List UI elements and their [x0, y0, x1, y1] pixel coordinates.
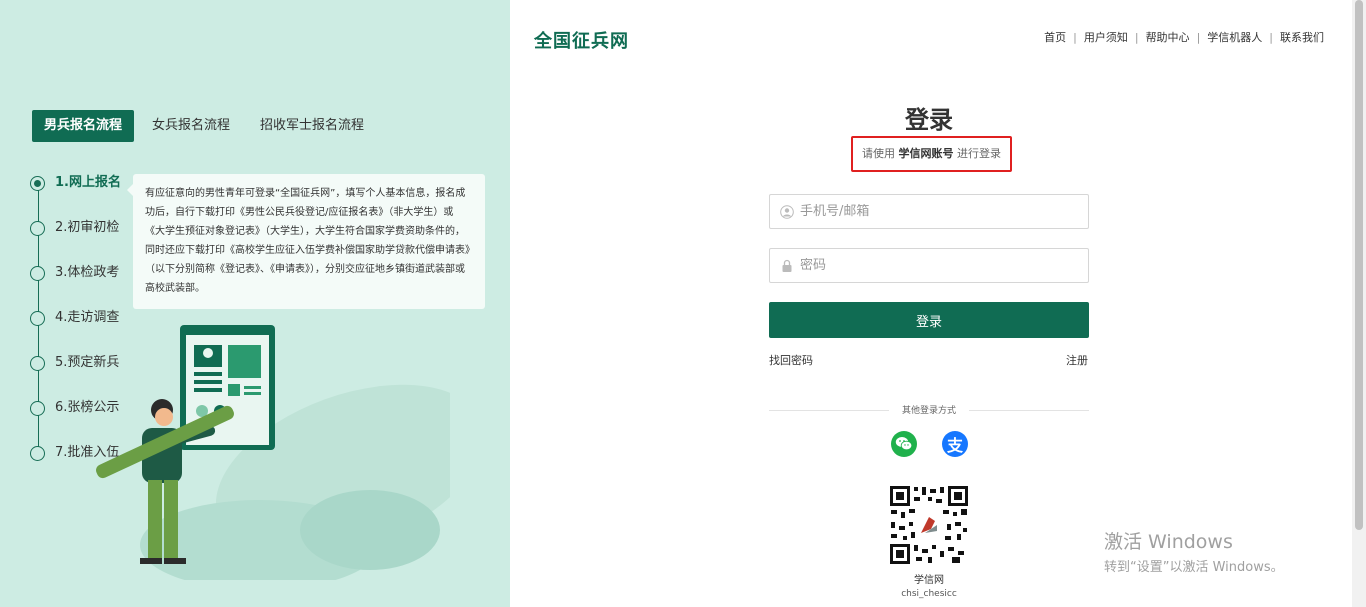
watermark-line-2: 转到“设置”以激活 Windows。 — [1104, 560, 1284, 575]
step-description-box: 有应征意向的男性青年可登录“全国征兵网”，填写个人基本信息，报名成功后，自行下载… — [127, 174, 485, 309]
nav-separator: | — [1073, 30, 1077, 44]
user-icon — [780, 204, 794, 219]
step-initial-check[interactable]: 2.初审初检 — [30, 216, 130, 261]
site-logo[interactable]: 全国征兵网 — [534, 27, 629, 53]
registration-illustration — [96, 325, 450, 580]
nav-separator: | — [1196, 30, 1201, 44]
password-field[interactable] — [769, 248, 1089, 283]
step-physical-exam[interactable]: 3.体检政考 — [30, 261, 130, 306]
tab-female-process[interactable]: 女兵报名流程 — [140, 110, 242, 142]
qr-label: 学信网 — [914, 575, 944, 586]
wechat-login-button[interactable] — [891, 431, 917, 457]
step-label: 1.网上报名 — [55, 175, 121, 190]
top-nav: 首页 | 用户须知 | 帮助中心 | 学信机器人 | 联系我们 — [1044, 29, 1324, 45]
username-input[interactable] — [800, 204, 1080, 219]
nav-contact[interactable]: 联系我们 — [1280, 29, 1324, 45]
nav-help-center[interactable]: 帮助中心 — [1146, 29, 1190, 45]
tab-sergeant-process[interactable]: 招收军士报名流程 — [248, 110, 376, 142]
nav-user-notice[interactable]: 用户须知 — [1084, 29, 1128, 45]
nav-separator: | — [1269, 30, 1273, 44]
login-subtitle-account: 学信网账号 — [898, 147, 954, 160]
process-tabs: 男兵报名流程 女兵报名流程 招收军士报名流程 — [32, 110, 376, 142]
step-dot-icon — [30, 176, 45, 191]
forgot-password-link[interactable]: 找回密码 — [769, 352, 813, 368]
windows-activation-watermark: 激活 Windows 转到“设置”以激活 Windows。 — [1104, 527, 1284, 575]
scrollbar-thumb[interactable] — [1355, 0, 1363, 530]
password-input[interactable] — [800, 258, 1080, 273]
login-subtitle: 请使用 学信网账号 进行登录 — [851, 136, 1012, 172]
step-dot-icon — [30, 356, 45, 371]
step-online-registration[interactable]: 1.网上报名 — [30, 171, 130, 216]
alipay-icon: 支 — [946, 436, 963, 455]
step-dot-icon — [30, 266, 45, 281]
step-dot-icon — [30, 221, 45, 236]
username-field[interactable] — [769, 194, 1089, 229]
wechat-icon — [895, 437, 913, 451]
step-dot-icon — [30, 401, 45, 416]
watermark-line-1: 激活 Windows — [1104, 531, 1233, 553]
left-panel: 男兵报名流程 女兵报名流程 招收军士报名流程 1.网上报名 2.初审初检 3.体… — [0, 0, 510, 607]
page-scrollbar[interactable] — [1352, 0, 1366, 607]
other-login-label: 其他登录方式 — [889, 403, 969, 416]
lock-icon — [782, 259, 792, 272]
nav-chatbot[interactable]: 学信机器人 — [1207, 29, 1262, 45]
login-subtitle-post: 进行登录 — [957, 147, 1001, 160]
qr-code[interactable] — [889, 485, 969, 565]
qr-account-id: chsi_chesicc — [901, 589, 957, 599]
register-link[interactable]: 注册 — [1066, 352, 1088, 368]
login-subtitle-pre: 请使用 — [862, 147, 895, 160]
login-title: 登录 — [905, 106, 953, 134]
step-dot-icon — [30, 446, 45, 461]
step-label: 2.初审初检 — [55, 220, 120, 235]
nav-home[interactable]: 首页 — [1044, 29, 1066, 45]
tab-male-process[interactable]: 男兵报名流程 — [32, 110, 135, 142]
nav-separator: | — [1134, 30, 1139, 44]
login-button[interactable]: 登录 — [769, 302, 1089, 338]
step-description-text: 有应征意向的男性青年可登录“全国征兵网”，填写个人基本信息，报名成功后，自行下载… — [145, 188, 470, 294]
step-dot-icon — [30, 311, 45, 326]
alipay-login-button[interactable]: 支 — [942, 431, 968, 457]
step-label: 3.体检政考 — [55, 265, 120, 280]
